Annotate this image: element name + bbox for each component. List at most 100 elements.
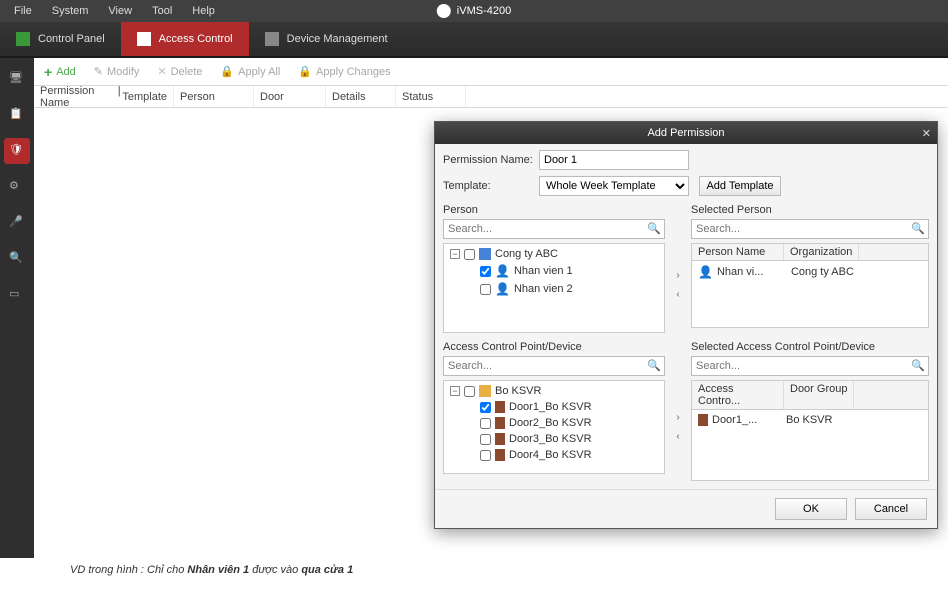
sidenav-mic-icon[interactable]: 🎤 — [4, 210, 30, 236]
selected-person-search-input[interactable] — [691, 219, 929, 239]
col-permission-name: Permission Name — [40, 85, 115, 109]
door-checkbox[interactable] — [480, 434, 491, 445]
device-folder-icon — [479, 385, 491, 397]
lock-icon: 🔒 — [220, 65, 234, 78]
dialog-title-bar[interactable]: Add Permission ✕ — [435, 122, 937, 144]
template-select[interactable]: Whole Week Template — [539, 176, 689, 196]
selected-door-group: Bo KSVR — [786, 414, 832, 426]
device-search-input[interactable] — [443, 356, 665, 376]
door-name: Door1_Bo KSVR — [509, 401, 592, 413]
person-icon: 👤 — [495, 264, 510, 278]
template-label: Template: — [443, 180, 535, 192]
person-pane-head: Person — [443, 204, 665, 216]
search-icon[interactable]: 🔍 — [911, 222, 925, 235]
menu-tool[interactable]: Tool — [142, 5, 182, 17]
col-template: Template — [122, 91, 167, 103]
th-door-group: Door Group — [784, 381, 854, 409]
door-name: Door3_Bo KSVR — [509, 433, 592, 445]
permission-name-label: Permission Name: — [443, 154, 535, 166]
org-checkbox[interactable] — [464, 249, 475, 260]
sidenav-monitor-icon[interactable]: 🖥 — [4, 66, 30, 92]
person-name: Nhan vien 1 — [514, 265, 573, 277]
device-checkbox[interactable] — [464, 386, 475, 397]
door-icon — [495, 417, 505, 429]
sidenav-search-icon[interactable]: 🔍 — [4, 246, 30, 272]
ok-button[interactable]: OK — [775, 498, 847, 520]
person-icon: 👤 — [698, 265, 713, 279]
door-icon — [698, 414, 708, 426]
selected-device-list[interactable]: Door1_... Bo KSVR — [691, 409, 929, 481]
caption-text: VD trong hình : Chỉ cho Nhân viên 1 được… — [70, 560, 353, 578]
search-icon[interactable]: 🔍 — [647, 222, 661, 235]
plus-icon: + — [44, 64, 52, 80]
tab-device-management[interactable]: Device Management — [249, 22, 404, 56]
sidenav-permission-icon[interactable]: 🛡 — [4, 138, 30, 164]
tabbar: Control Panel Access Control Device Mana… — [0, 22, 948, 58]
sidenav-settings-icon[interactable]: ⚙ — [4, 174, 30, 200]
selected-person-list[interactable]: 👤 Nhan vi... Cong ty ABC — [691, 260, 929, 328]
close-icon[interactable]: ✕ — [922, 127, 931, 140]
sidenav-more-icon[interactable]: ▭ — [4, 282, 30, 308]
col-details: Details — [326, 86, 396, 107]
door-checkbox[interactable] — [480, 450, 491, 461]
menu-system[interactable]: System — [42, 5, 99, 17]
person-checkbox[interactable] — [480, 284, 491, 295]
door-icon — [495, 433, 505, 445]
door-checkbox[interactable] — [480, 402, 491, 413]
device-pane-head: Access Control Point/Device — [443, 341, 665, 353]
selected-door-name: Door1_... — [712, 414, 782, 426]
cancel-button[interactable]: Cancel — [855, 498, 927, 520]
selected-person-name: Nhan vi... — [717, 266, 787, 278]
organization-icon — [479, 248, 491, 260]
arrow-left-icon[interactable]: ‹ — [676, 431, 679, 442]
selected-device-search-input[interactable] — [691, 356, 929, 376]
app-name-text: iVMS-4200 — [457, 5, 511, 17]
tab-label: Control Panel — [38, 33, 105, 45]
add-template-button[interactable]: Add Template — [699, 176, 781, 196]
add-button[interactable]: +Add — [44, 64, 76, 80]
person-tree[interactable]: − Cong ty ABC 👤 Nhan vien 1 👤 Nhan vien … — [443, 243, 665, 333]
tab-control-panel[interactable]: Control Panel — [0, 22, 121, 56]
arrow-right-icon[interactable]: › — [676, 270, 679, 281]
arrow-left-icon[interactable]: ‹ — [676, 289, 679, 300]
toolbar: +Add ✎Modify ✕Delete 🔒Apply All 🔒Apply C… — [34, 58, 948, 86]
arrow-right-icon[interactable]: › — [676, 412, 679, 423]
menu-view[interactable]: View — [98, 5, 142, 17]
access-control-icon — [137, 32, 151, 46]
person-checkbox[interactable] — [480, 266, 491, 277]
delete-button[interactable]: ✕Delete — [157, 65, 202, 78]
search-icon[interactable]: 🔍 — [647, 359, 661, 372]
person-search-input[interactable] — [443, 219, 665, 239]
selected-person-header: Person Name Organization — [691, 243, 929, 260]
selected-device-header: Access Contro... Door Group — [691, 380, 929, 409]
door-checkbox[interactable] — [480, 418, 491, 429]
person-name: Nhan vien 2 — [514, 283, 573, 295]
door-name: Door4_Bo KSVR — [509, 449, 592, 461]
apply-all-button[interactable]: 🔒Apply All — [220, 65, 280, 78]
dialog-title: Add Permission — [647, 127, 724, 139]
tab-label: Device Management — [287, 33, 388, 45]
tab-access-control[interactable]: Access Control — [121, 22, 249, 56]
selected-person-head: Selected Person — [691, 204, 929, 216]
search-icon[interactable]: 🔍 — [911, 359, 925, 372]
menu-file[interactable]: File — [4, 5, 42, 17]
col-person: Person — [174, 86, 254, 107]
door-icon — [495, 449, 505, 461]
menu-help[interactable]: Help — [182, 5, 225, 17]
column-headers: Permission Name | Template Person Door D… — [34, 86, 948, 108]
permission-name-input[interactable] — [539, 150, 689, 170]
modify-button[interactable]: ✎Modify — [94, 65, 140, 78]
sidenav-clipboard-icon[interactable]: 📋 — [4, 102, 30, 128]
transfer-arrows: › ‹ — [673, 202, 683, 333]
lock-icon: 🔒 — [298, 65, 312, 78]
device-name: Bo KSVR — [495, 385, 541, 397]
device-management-icon — [265, 32, 279, 46]
selected-device-head: Selected Access Control Point/Device — [691, 341, 929, 353]
apply-changes-button[interactable]: 🔒Apply Changes — [298, 65, 390, 78]
person-icon: 👤 — [495, 282, 510, 296]
tree-collapse-icon[interactable]: − — [450, 249, 460, 259]
org-name: Cong ty ABC — [495, 248, 558, 260]
tree-collapse-icon[interactable]: − — [450, 386, 460, 396]
device-tree[interactable]: − Bo KSVR Door1_Bo KSVR Door2_Bo KSVR Do… — [443, 380, 665, 474]
transfer-arrows: › ‹ — [673, 339, 683, 481]
